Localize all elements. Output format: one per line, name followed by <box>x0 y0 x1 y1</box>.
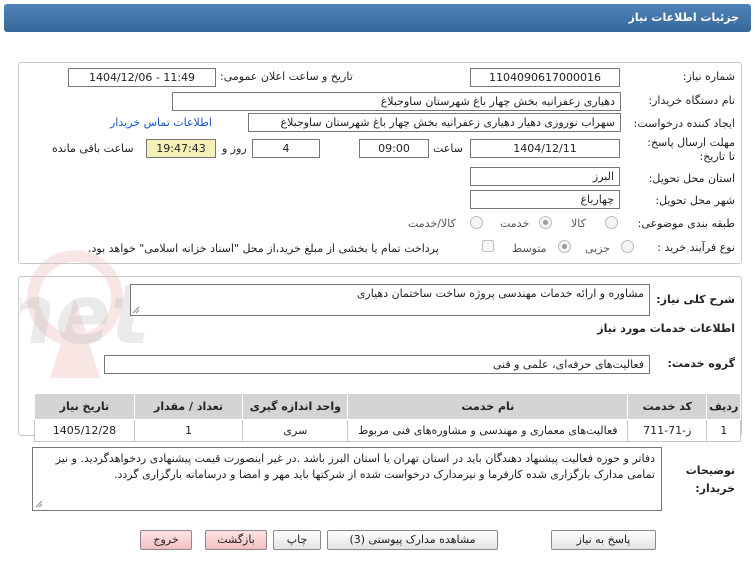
cell-quantity: 1 <box>133 419 244 442</box>
resize-grip-icon[interactable] <box>132 306 140 314</box>
page-title: جزئیات اطلاعات نیاز <box>628 11 740 24</box>
col-service-name: نام خدمت <box>347 393 629 420</box>
treasury-note: پرداخت تمام یا بخشی از مبلغ خرید،از محل … <box>88 242 439 255</box>
remaining-time-field: 19:47:43 <box>146 139 216 158</box>
remaining-label: ساعت باقی مانده <box>52 142 134 155</box>
exit-button[interactable]: خروج <box>140 530 192 550</box>
services-table: ردیف کد خدمت نام خدمت واحد اندازه گیری ت… <box>34 393 741 442</box>
summary-field: مشاوره و ارائه خدمات مهندسی پروژه ساخت س… <box>130 284 650 316</box>
category-label: طبقه بندی موضوعی: <box>637 217 735 230</box>
need-number-field: 1104090617000016 <box>470 68 620 87</box>
deadline-time-field: 09:00 <box>359 139 429 158</box>
buyer-org-field: دهیاری زعفرانیه بخش چهار باغ شهرستان ساو… <box>172 92 621 111</box>
cell-row-number: 1 <box>706 419 741 442</box>
service-group-field: فعالیت‌های حرفه‌ای، علمی و فنی <box>104 355 650 374</box>
buyer-notes-field: دفاتر و حوزه فعالیت پیشنهاد دهندگان باید… <box>32 447 662 511</box>
category-radio-service[interactable] <box>539 216 552 229</box>
col-quantity: تعداد / مقدار <box>133 393 244 420</box>
city-label: شهر محل تحویل: <box>655 194 735 207</box>
service-group-label: گروه خدمت: <box>667 357 735 370</box>
col-row-number: ردیف <box>706 393 741 420</box>
summary-label: شرح کلی نیاز: <box>656 293 735 306</box>
treasury-checkbox[interactable] <box>482 240 494 252</box>
reply-button[interactable]: پاسخ به نیاز <box>551 530 656 550</box>
category-option-goods: کالا <box>571 217 586 230</box>
days-label: روز و <box>222 142 247 155</box>
remaining-days-field: 4 <box>252 139 320 158</box>
process-radio-minor[interactable] <box>621 240 634 253</box>
cell-service-code: ز-71-711 <box>627 419 708 442</box>
province-field: البرز <box>470 167 620 186</box>
back-button[interactable]: بازگشت <box>205 530 267 550</box>
table-header-row: ردیف کد خدمت نام خدمت واحد اندازه گیری ت… <box>34 393 741 420</box>
buyer-contact-link[interactable]: اطلاعات تماس خریدار <box>110 116 212 129</box>
col-need-date: تاریخ نیاز <box>34 393 135 420</box>
province-label: استان محل تحویل: <box>648 172 735 185</box>
announce-datetime-field: 1404/12/06 - 11:49 <box>68 68 216 87</box>
city-field: چهارباغ <box>470 190 620 209</box>
creator-label: ایجاد کننده درخواست: <box>633 117 735 130</box>
category-radio-goods-service[interactable] <box>470 216 483 229</box>
col-service-code: کد خدمت <box>627 393 708 420</box>
deadline-time-label: ساعت <box>433 142 463 155</box>
page-header: جزئیات اطلاعات نیاز <box>4 4 751 32</box>
need-number-label: شماره نیاز: <box>682 70 735 83</box>
buyer-notes-label: توضیحات خریدار: <box>685 464 735 495</box>
cell-unit: سری <box>242 419 349 442</box>
cell-need-date: 1405/12/28 <box>34 419 135 442</box>
category-option-goods-service: کالا/خدمت <box>408 217 456 230</box>
process-option-medium: متوسط <box>512 242 547 255</box>
cell-service-name: فعالیت‌های معماری و مهندسی و مشاوره‌های … <box>347 419 629 442</box>
print-button[interactable]: چاپ <box>273 530 321 550</box>
table-row: 1 ز-71-711 فعالیت‌های معماری و مهندسی و … <box>34 419 741 442</box>
category-option-service: خدمت <box>500 217 530 230</box>
buyer-org-label: نام دستگاه خریدار: <box>648 94 735 107</box>
process-label: نوع فرآیند خرید : <box>657 241 735 254</box>
deadline-date-field: 1404/12/11 <box>470 139 620 158</box>
process-radio-medium[interactable] <box>558 240 571 253</box>
creator-field: سهراب نوروزی دهیار دهیاری زعفرانیه بخش چ… <box>248 113 621 132</box>
announce-datetime-label: تاریخ و ساعت اعلان عمومی: <box>220 70 353 83</box>
process-option-minor: جزیی <box>585 242 611 255</box>
services-section-title: اطلاعات خدمات مورد نیاز <box>597 322 735 335</box>
deadline-label: مهلت ارسال پاسخ: تا تاریخ: <box>647 136 735 163</box>
category-radio-goods[interactable] <box>605 216 618 229</box>
resize-grip-icon[interactable] <box>35 500 43 508</box>
view-attachments-button[interactable]: مشاهده مدارک پیوستی (3) <box>327 530 498 550</box>
col-unit: واحد اندازه گیری <box>242 393 349 420</box>
